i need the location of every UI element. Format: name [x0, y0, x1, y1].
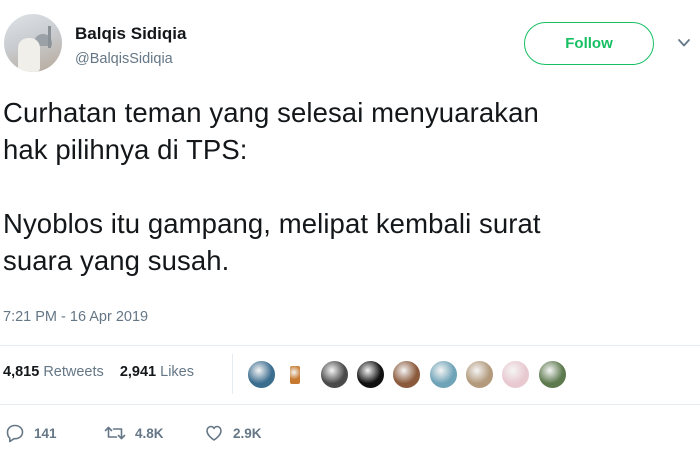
avatar-figure [18, 38, 40, 72]
tweet-text: Curhatan teman yang selesai menyuarakan … [3, 94, 693, 279]
liker-avatar-4[interactable] [355, 359, 386, 390]
liker-avatar-5[interactable] [391, 359, 422, 390]
tweet-line: Nyoblos itu gampang, melipat kembali sur… [3, 208, 541, 239]
liker-avatar-9[interactable] [537, 359, 568, 390]
liker-avatar-6[interactable] [428, 359, 459, 390]
reply-button[interactable]: 141 [5, 420, 57, 446]
avatar-tower [48, 26, 51, 48]
tweet-line: suara yang susah. [3, 245, 230, 276]
avatar[interactable] [4, 14, 62, 72]
display-name[interactable]: Balqis Sidiqia [75, 24, 186, 44]
stats-divider [232, 354, 233, 394]
retweet-count: 4.8K [135, 425, 164, 441]
divider [0, 345, 700, 346]
liker-avatar-8[interactable] [500, 359, 531, 390]
chevron-down-icon[interactable] [677, 38, 691, 48]
tweet-header: Balqis Sidiqia @BalqisSidiqia Follow [0, 0, 700, 90]
tweet-timestamp[interactable]: 7:21 PM - 16 Apr 2019 [3, 309, 148, 325]
retweets-count[interactable]: 4,815 [3, 364, 39, 380]
like-count: 2.9K [233, 425, 262, 441]
reply-icon [6, 424, 24, 443]
follow-button[interactable]: Follow [524, 22, 654, 65]
liker-avatar-2[interactable] [288, 364, 302, 386]
retweet-button[interactable]: 4.8K [104, 420, 164, 446]
likes-label[interactable]: Likes [160, 364, 194, 380]
tweet-paragraph-gap [3, 168, 693, 205]
retweet-icon [104, 426, 126, 440]
tweet-stats: 4,815 Retweets 2,941 Likes [3, 364, 194, 380]
retweets-label[interactable]: Retweets [43, 364, 103, 380]
likes-count[interactable]: 2,941 [120, 364, 156, 380]
liker-avatar-1[interactable] [246, 359, 277, 390]
liker-avatar-7[interactable] [464, 359, 495, 390]
tweet-line: Curhatan teman yang selesai menyuarakan [3, 97, 539, 128]
tweet-actions: 141 4.8K 2.9K [0, 420, 700, 446]
like-button[interactable]: 2.9K [204, 420, 262, 446]
reply-count: 141 [34, 425, 57, 441]
divider [0, 404, 700, 405]
heart-icon [206, 425, 222, 441]
liker-avatar-3[interactable] [319, 359, 350, 390]
tweet-line: hak pilihnya di TPS: [3, 134, 248, 165]
user-handle[interactable]: @BalqisSidiqia [75, 51, 173, 67]
